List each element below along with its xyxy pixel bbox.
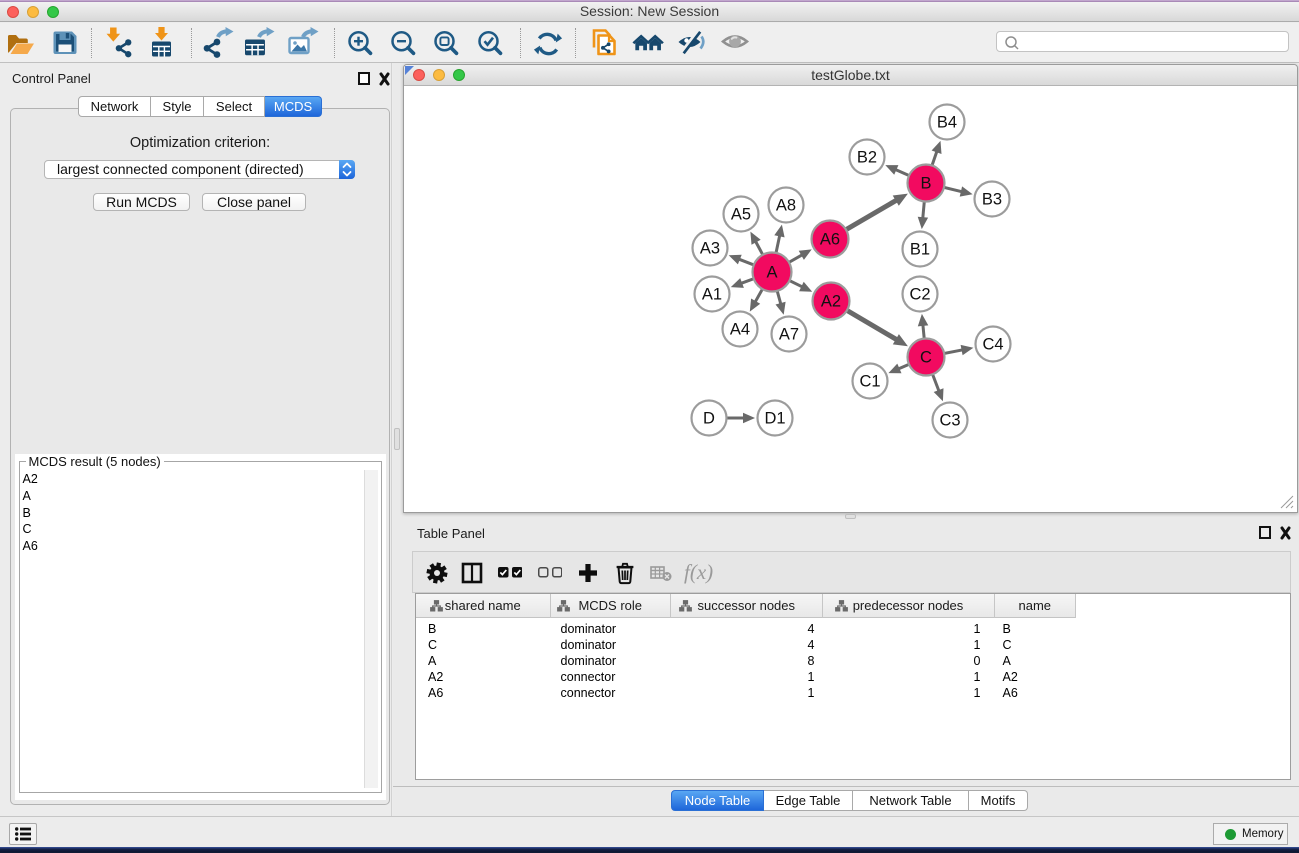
svg-text:A: A [766,264,777,282]
svg-text:A4: A4 [730,321,750,339]
svg-text:C4: C4 [982,336,1003,354]
svg-text:A8: A8 [776,197,796,215]
svg-text:C2: C2 [909,286,930,304]
svg-text:B: B [920,175,931,193]
svg-text:A2: A2 [821,293,841,311]
svg-text:C: C [920,349,932,367]
svg-text:A7: A7 [779,326,799,344]
svg-text:A3: A3 [700,240,720,258]
svg-text:D: D [703,410,715,428]
svg-text:B2: B2 [857,149,877,167]
svg-text:B3: B3 [982,191,1002,209]
svg-text:D1: D1 [764,410,785,428]
svg-text:C3: C3 [939,412,960,430]
svg-text:C1: C1 [859,373,880,391]
svg-text:A5: A5 [731,206,751,224]
svg-text:A1: A1 [702,286,722,304]
svg-text:A6: A6 [820,231,840,249]
svg-text:B1: B1 [910,241,930,259]
svg-text:B4: B4 [937,114,957,132]
